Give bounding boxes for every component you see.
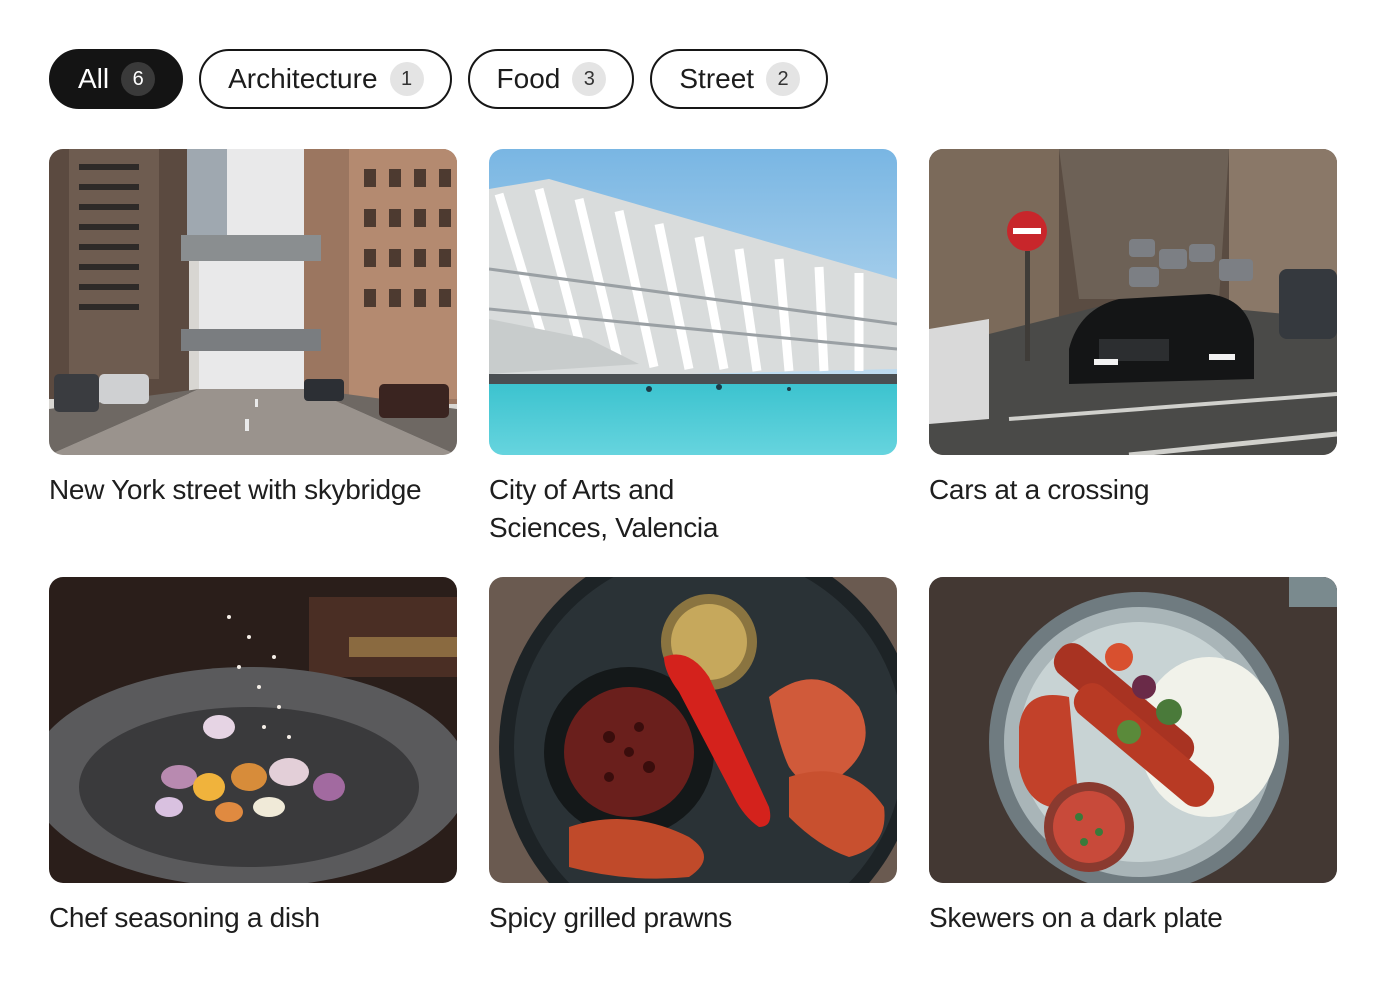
filter-chip-label: All [78,63,110,94]
photo-card[interactable]: Cars at a crossing [929,149,1337,577]
photo-caption: Spicy grilled prawns [489,902,732,933]
photo-caption: Chef seasoning a dish [49,902,320,933]
photo-card[interactable]: City of Arts and Sciences, Valencia [489,149,897,577]
category-filter-bar: All 6 Architecture 1 Food 3 Street 2 [49,49,829,109]
photo-caption: Skewers on a dark plate [929,902,1223,933]
photo-caption: New York street with skybridge [49,474,422,505]
filter-count-badge: 1 [389,62,424,96]
filter-chip-food[interactable]: Food 3 [467,49,635,109]
photo-card[interactable]: New York street with skybridge [49,149,457,577]
photo-card[interactable]: Chef seasoning a dish [49,577,457,937]
filter-chip-street[interactable]: Street 2 [650,49,829,109]
valencia-architecture-photo[interactable] [489,149,897,455]
filter-count-badge: 2 [766,62,801,96]
photo-card[interactable]: Spicy grilled prawns [489,577,897,937]
skewers-plate-photo[interactable] [929,577,1337,883]
filter-chip-label: Street [679,63,755,94]
filter-count-badge: 3 [572,62,607,96]
filter-count-badge: 6 [121,62,156,96]
filter-chip-label: Architecture [228,63,378,94]
filter-chip-label: Food [496,63,561,94]
photo-caption: Cars at a crossing [929,474,1150,505]
cars-crossing-photo[interactable] [929,149,1337,455]
photo-caption: City of Arts and Sciences, Valencia [489,474,719,543]
chef-seasoning-photo[interactable] [49,577,457,883]
filter-chip-architecture[interactable]: Architecture 1 [199,49,452,109]
photo-card[interactable]: Skewers on a dark plate [929,577,1337,937]
filter-chip-all[interactable]: All 6 [49,49,184,109]
grilled-prawns-photo[interactable] [489,577,897,883]
photo-grid: New York street with skybridge City of A… [49,149,1337,937]
new-york-street-photo[interactable] [49,149,457,455]
